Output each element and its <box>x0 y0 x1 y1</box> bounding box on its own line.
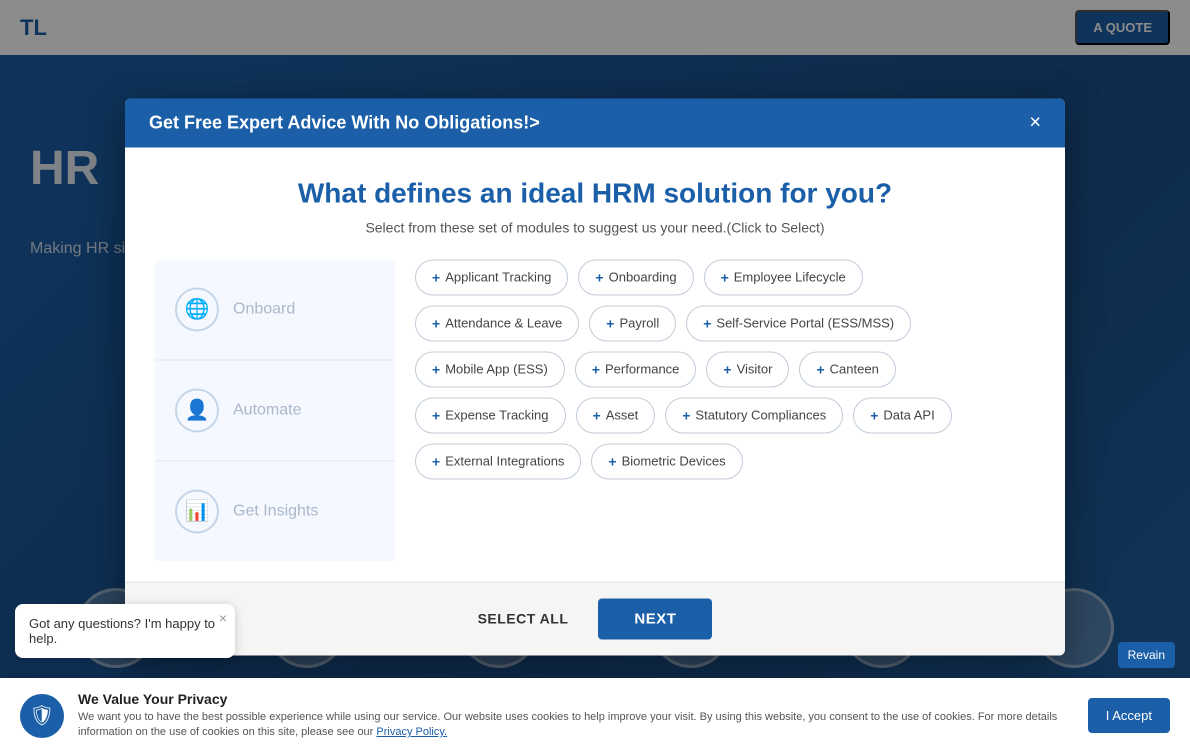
chip-plus-icon: + <box>432 315 440 331</box>
chip-plus-icon: + <box>606 315 614 331</box>
chip-label: Data API <box>883 408 934 423</box>
chip-plus-icon: + <box>608 453 616 469</box>
revain-label: Revain <box>1128 648 1165 662</box>
chip-biometric-devices[interactable]: + Biometric Devices <box>591 443 742 479</box>
chip-label: Attendance & Leave <box>445 316 562 331</box>
chip-label: External Integrations <box>445 454 564 469</box>
modal-subtitle: Select from these set of modules to sugg… <box>155 219 1035 235</box>
chip-label: Applicant Tracking <box>445 270 551 285</box>
chip-external-integrations[interactable]: + External Integrations <box>415 443 581 479</box>
chip-onboarding[interactable]: + Onboarding <box>578 259 693 295</box>
chip-plus-icon: + <box>592 361 600 377</box>
chip-canteen[interactable]: + Canteen <box>799 351 895 387</box>
chip-visitor[interactable]: + Visitor <box>706 351 789 387</box>
onboard-icon: 🌐 <box>175 287 219 331</box>
modal-main-title: What defines an ideal HRM solution for y… <box>155 177 1035 209</box>
chat-bubble: × Got any questions? I'm happy to help. <box>15 604 235 658</box>
chip-label: Statutory Compliances <box>695 408 826 423</box>
chip-plus-icon: + <box>432 453 440 469</box>
automate-icon: 👤 <box>175 388 219 432</box>
modal: Get Free Expert Advice With No Obligatio… <box>125 98 1065 655</box>
revain-badge: Revain <box>1118 642 1175 668</box>
chip-label: Performance <box>605 362 679 377</box>
chip-label: Employee Lifecycle <box>734 270 846 285</box>
left-panel-item-onboard: 🌐 Onboard <box>155 259 395 360</box>
chip-plus-icon: + <box>723 361 731 377</box>
privacy-accept-button[interactable]: I Accept <box>1088 698 1170 733</box>
chip-plus-icon: + <box>595 269 603 285</box>
chip-plus-icon: + <box>816 361 824 377</box>
chip-label: Asset <box>606 408 639 423</box>
chip-payroll[interactable]: + Payroll <box>589 305 676 341</box>
chat-bubble-text: Got any questions? I'm happy to help. <box>29 616 215 646</box>
privacy-text-area: We Value Your Privacy We want you to hav… <box>78 691 1074 741</box>
chip-label: Onboarding <box>609 270 677 285</box>
left-panel-label-automate: Automate <box>233 401 301 419</box>
chip-plus-icon: + <box>432 407 440 423</box>
chip-plus-icon: + <box>432 269 440 285</box>
modal-header-title: Get Free Expert Advice With No Obligatio… <box>149 112 540 133</box>
privacy-body-text: We want you to have the best possible ex… <box>78 711 1057 738</box>
privacy-body: We want you to have the best possible ex… <box>78 710 1074 741</box>
chip-applicant-tracking[interactable]: + Applicant Tracking <box>415 259 568 295</box>
chip-asset[interactable]: + Asset <box>576 397 656 433</box>
chip-statutory-compliances[interactable]: + Statutory Compliances <box>665 397 843 433</box>
chip-plus-icon: + <box>703 315 711 331</box>
chip-label: Payroll <box>619 316 659 331</box>
chips-grid: + Applicant Tracking + Onboarding + Empl… <box>415 259 1035 479</box>
right-panel: + Applicant Tracking + Onboarding + Empl… <box>415 259 1035 561</box>
left-panel-item-insights: 📊 Get Insights <box>155 461 395 561</box>
modal-content-area: 🌐 Onboard 👤 Automate 📊 Get Insights + <box>155 259 1035 561</box>
chip-label: Self-Service Portal (ESS/MSS) <box>716 316 894 331</box>
privacy-policy-link[interactable]: Privacy Policy. <box>376 726 447 738</box>
modal-header: Get Free Expert Advice With No Obligatio… <box>125 98 1065 147</box>
chip-label: Expense Tracking <box>445 408 548 423</box>
privacy-shield-icon: 🛡 <box>20 694 64 738</box>
chip-label: Biometric Devices <box>622 454 726 469</box>
chip-plus-icon: + <box>721 269 729 285</box>
privacy-title: We Value Your Privacy <box>78 691 1074 707</box>
left-panel-label-onboard: Onboard <box>233 300 295 318</box>
chip-plus-icon: + <box>593 407 601 423</box>
left-panel-label-insights: Get Insights <box>233 502 318 520</box>
modal-footer: SELECT ALL NEXT <box>125 581 1065 655</box>
select-all-button[interactable]: SELECT ALL <box>478 611 569 627</box>
next-button[interactable]: NEXT <box>598 598 712 639</box>
chip-data-api[interactable]: + Data API <box>853 397 952 433</box>
chip-performance[interactable]: + Performance <box>575 351 697 387</box>
chip-mobile-app[interactable]: + Mobile App (ESS) <box>415 351 565 387</box>
chip-plus-icon: + <box>432 361 440 377</box>
chip-label: Mobile App (ESS) <box>445 362 548 377</box>
left-panel-item-automate: 👤 Automate <box>155 360 395 461</box>
chip-plus-icon: + <box>870 407 878 423</box>
chip-self-service-portal[interactable]: + Self-Service Portal (ESS/MSS) <box>686 305 911 341</box>
left-panel: 🌐 Onboard 👤 Automate 📊 Get Insights <box>155 259 395 561</box>
chip-label: Canteen <box>830 362 879 377</box>
modal-close-button[interactable]: × <box>1029 113 1041 133</box>
chip-label: Visitor <box>737 362 773 377</box>
chip-employee-lifecycle[interactable]: + Employee Lifecycle <box>704 259 863 295</box>
chip-expense-tracking[interactable]: + Expense Tracking <box>415 397 566 433</box>
chat-close-button[interactable]: × <box>219 610 227 626</box>
chip-attendance-leave[interactable]: + Attendance & Leave <box>415 305 579 341</box>
modal-body: What defines an ideal HRM solution for y… <box>125 147 1065 581</box>
privacy-bar: 🛡 We Value Your Privacy We want you to h… <box>0 678 1190 753</box>
insights-icon: 📊 <box>175 489 219 533</box>
chip-plus-icon: + <box>682 407 690 423</box>
